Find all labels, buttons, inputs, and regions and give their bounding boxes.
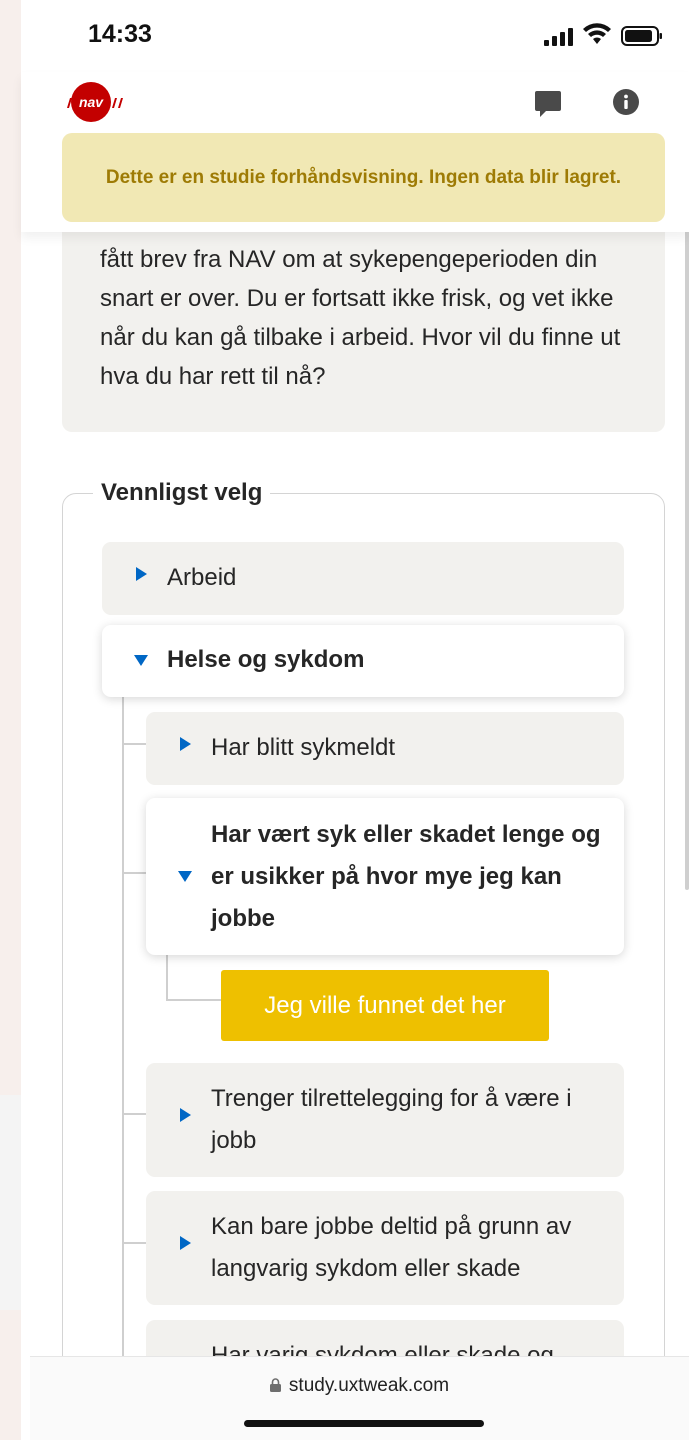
collapse-arrow-icon (134, 655, 148, 666)
subcategory-label: Har blitt sykmeldt (211, 734, 396, 761)
preview-banner: Dette er en studie forhåndsvisning. Inge… (62, 133, 665, 222)
tree-connector (122, 872, 147, 874)
expand-arrow-icon (180, 737, 191, 751)
tree-connector (166, 955, 168, 1001)
preview-banner-text: Dette er en studie forhåndsvisning. Inge… (105, 166, 622, 188)
category-helse-og-sykdom[interactable]: Helse og sykdom (102, 625, 624, 697)
status-time: 14:33 (88, 20, 152, 48)
expand-arrow-icon (180, 1236, 191, 1250)
select-here-button[interactable]: Jeg ville funnet det her (221, 970, 549, 1041)
scenario-text: fått brev fra NAV om at sykepengeperiode… (100, 246, 621, 390)
lock-icon (269, 1378, 281, 1392)
subcategory-label: Trenger tilrettelegging for å være i job… (211, 1085, 572, 1154)
expand-arrow-icon (180, 1108, 191, 1122)
url-field[interactable]: study.uxtweak.com (30, 1375, 689, 1397)
chat-bubble-icon[interactable] (534, 89, 562, 119)
category-arbeid[interactable]: Arbeid (102, 542, 624, 615)
category-label: Arbeid (167, 564, 237, 591)
cellular-signal-icon (544, 28, 573, 46)
subcategory-kan-bare-jobbe-deltid[interactable]: Kan bare jobbe deltid på grunn av langva… (146, 1191, 624, 1305)
expand-arrow-icon (136, 567, 147, 581)
info-icon[interactable] (613, 89, 639, 115)
tree-connector (122, 743, 147, 745)
site-header: nav Dette er en studie forhåndsvisning. … (21, 72, 689, 232)
nav-logo[interactable]: nav (61, 82, 129, 122)
category-label: Helse og sykdom (167, 646, 365, 673)
subcategory-label: Kan bare jobbe deltid på grunn av langva… (211, 1213, 572, 1282)
wifi-icon (583, 23, 611, 44)
status-bar: 14:33 (21, 0, 689, 72)
tree-connector (122, 1113, 147, 1115)
tree-connector (122, 697, 124, 1417)
choice-legend: Vennligst velg (93, 476, 271, 510)
subcategory-label: Har vært syk eller skadet lenge og er us… (211, 821, 601, 932)
page: 14:33 nav Dette er en studie forhåndsvis… (21, 0, 689, 1440)
tree-connector (122, 1242, 147, 1244)
collapse-arrow-icon (178, 871, 192, 882)
url-text: study.uxtweak.com (288, 1375, 450, 1396)
tree-connector (166, 999, 221, 1001)
battery-icon (621, 26, 662, 46)
subcategory-trenger-tilrettelegging[interactable]: Trenger tilrettelegging for å være i job… (146, 1063, 624, 1177)
svg-text:nav: nav (79, 94, 104, 110)
home-indicator[interactable] (244, 1420, 484, 1427)
subcategory-har-vaert-syk-lenge[interactable]: Har vært syk eller skadet lenge og er us… (146, 798, 624, 955)
browser-address-bar: study.uxtweak.com (30, 1356, 689, 1440)
scrollbar[interactable] (685, 190, 689, 890)
subcategory-har-blitt-sykmeldt[interactable]: Har blitt sykmeldt (146, 712, 624, 785)
